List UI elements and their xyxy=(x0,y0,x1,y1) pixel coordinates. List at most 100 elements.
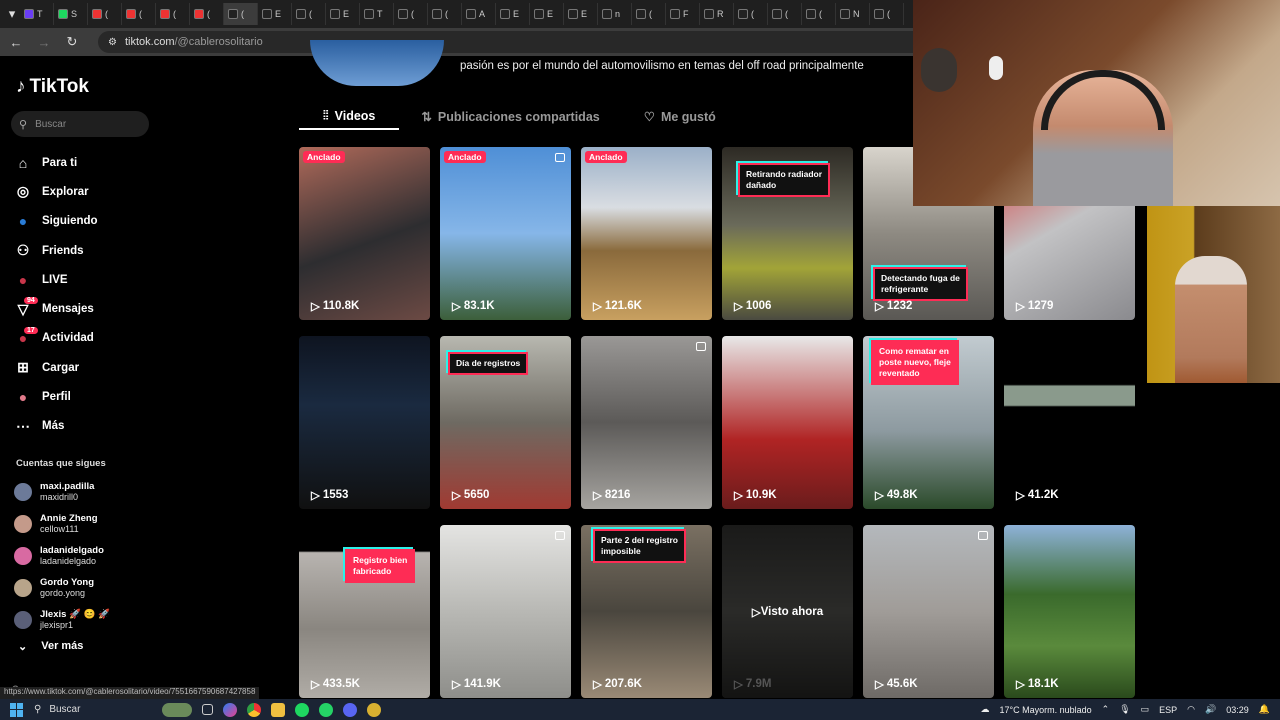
video-thumbnail[interactable]: ▷ 45.6K xyxy=(863,525,994,698)
windows-start-icon[interactable] xyxy=(10,702,24,717)
sidebar-item-cargar[interactable]: ⊞ Cargar xyxy=(14,353,98,382)
browser-tab[interactable]: A xyxy=(462,3,496,25)
view-count: ▷ 5650 xyxy=(452,488,489,502)
sidebar-item-para-ti[interactable]: ⌂ Para ti xyxy=(14,148,98,177)
browser-tab[interactable]: ( xyxy=(802,3,836,25)
browser-tab[interactable]: ( xyxy=(768,3,802,25)
video-thumbnail[interactable]: Día de registros ▷ 5650 xyxy=(440,336,571,509)
sidebar-item-mensajes[interactable]: ▽ 94 Mensajes xyxy=(14,294,98,323)
browser-tab[interactable]: ( xyxy=(122,3,156,25)
browser-tab[interactable]: ( xyxy=(156,3,190,25)
sidebar-item-friends[interactable]: ⚇ Friends xyxy=(14,236,98,265)
browser-tab[interactable]: S xyxy=(54,3,88,25)
browser-tab[interactable]: E xyxy=(496,3,530,25)
video-thumbnail[interactable]: ▷ 141.9K xyxy=(440,525,571,698)
profile-avatar[interactable] xyxy=(310,40,444,86)
browser-tab[interactable]: T xyxy=(360,3,394,25)
video-thumbnail[interactable]: ▷ Visto ahora ▷ 7.9M xyxy=(722,525,853,698)
sidebar-item-label: Cargar xyxy=(42,361,80,374)
following-username: maxidrill0 xyxy=(40,492,79,502)
browser-tab[interactable]: R xyxy=(700,3,734,25)
weather-text[interactable]: 17°C Mayorm. nublado xyxy=(1000,705,1092,715)
profile-bio: pasión es por el mundo del automovilismo… xyxy=(460,60,864,72)
mic-icon[interactable]: 🎙 xyxy=(1119,704,1130,715)
following-account[interactable]: Annie Zheng cellow111 xyxy=(14,508,110,540)
video-thumbnail[interactable]: ▷ 8216 xyxy=(581,336,712,509)
browser-tab[interactable]: ( xyxy=(870,3,904,25)
wifi-icon[interactable]: ◠ xyxy=(1187,704,1195,715)
network-icon[interactable]: ▭ xyxy=(1141,704,1150,715)
browser-tab[interactable]: n xyxy=(598,3,632,25)
following-account[interactable]: maxi.padilla maxidrill0 xyxy=(14,476,110,508)
video-thumbnail[interactable]: Parte 2 del registro imposible ▷ 207.6K xyxy=(581,525,712,698)
url-field[interactable]: ⚙ tiktok.com/@cablerosolitario xyxy=(98,31,978,53)
video-thumbnail[interactable]: Anclado ▷ 83.1K xyxy=(440,147,571,320)
browser-tab[interactable]: ( xyxy=(734,3,768,25)
webcam-secondary xyxy=(1147,206,1280,383)
sidebar-item-live[interactable]: ● LIVE xyxy=(14,265,98,294)
video-thumbnail[interactable]: ▷ 1553 xyxy=(299,336,430,509)
copilot-icon[interactable] xyxy=(223,702,237,717)
tab-liked[interactable]: ♡ Me gustó xyxy=(622,103,738,130)
browser-tab[interactable]: N xyxy=(836,3,870,25)
search-input[interactable]: ⚲ Buscar xyxy=(11,111,149,137)
language-indicator[interactable]: ESP xyxy=(1159,705,1177,715)
browser-tab[interactable]: ( xyxy=(224,3,258,25)
tray-chevron-icon[interactable]: ⌃ xyxy=(1102,704,1110,715)
tab-reposts[interactable]: ⇅ Publicaciones compartidas xyxy=(399,103,621,130)
tab-videos[interactable]: ⦙⦙ Videos xyxy=(299,103,400,130)
browser-tab[interactable]: ( xyxy=(292,3,326,25)
tiktok-logo[interactable]: ♪ TikTok xyxy=(16,76,89,98)
video-thumbnail[interactable]: ▷ 41.2K xyxy=(1004,336,1135,509)
obs-icon[interactable] xyxy=(367,702,381,717)
browser-tab[interactable]: ( xyxy=(428,3,462,25)
following-account[interactable]: Gordo Yong gordo.yong xyxy=(14,572,110,604)
volume-icon[interactable]: 🔊 xyxy=(1205,704,1216,715)
video-thumbnail[interactable]: Como rematar en poste nuevo, fleje reven… xyxy=(863,336,994,509)
video-thumbnail[interactable]: Anclado ▷ 110.8K xyxy=(299,147,430,320)
browser-tab[interactable]: ( xyxy=(88,3,122,25)
video-thumbnail[interactable]: ▷ 18.1K xyxy=(1004,525,1135,698)
browser-tab[interactable]: ( xyxy=(190,3,224,25)
video-thumbnail[interactable]: Registro bien fabricado ▷ 433.5K xyxy=(299,525,430,698)
tab-favicon-icon xyxy=(194,9,204,19)
view-count-label: 10.9K xyxy=(745,489,777,501)
forward-icon[interactable]: → xyxy=(36,35,52,50)
video-thumbnail[interactable]: ▷ 10.9K xyxy=(722,336,853,509)
sidebar-item-actividad[interactable]: ● 17 Actividad xyxy=(14,324,98,353)
file-explorer-icon[interactable] xyxy=(271,702,285,717)
browser-tab[interactable]: E xyxy=(530,3,564,25)
following-account[interactable]: Jlexis 🚀 😊 🚀 jlexispr1 xyxy=(14,604,110,636)
browser-tab[interactable]: E xyxy=(258,3,292,25)
chrome-icon[interactable] xyxy=(247,702,261,717)
spotify-icon[interactable] xyxy=(295,702,309,717)
back-icon[interactable]: ← xyxy=(8,35,24,50)
sidebar-item-siguiendo[interactable]: ● Siguiendo xyxy=(14,207,98,236)
taskbar-search[interactable]: ⚲ Buscar xyxy=(34,701,154,718)
video-thumbnail[interactable]: Retirando radiador dañado ▷ 1006 xyxy=(722,147,853,320)
browser-tab[interactable]: E xyxy=(564,3,598,25)
following-account[interactable]: ladanidelgado ladanidelgado xyxy=(14,540,110,572)
whatsapp-icon[interactable] xyxy=(319,702,333,717)
tab-search-icon[interactable]: ▾ xyxy=(4,6,20,22)
see-more-button[interactable]: ⌄ Ver más xyxy=(18,640,83,653)
sidebar-item-mas[interactable]: ⋯ Más xyxy=(14,412,98,441)
discord-icon[interactable] xyxy=(343,702,357,717)
view-count: ▷ 110.8K xyxy=(311,299,359,313)
video-thumbnail[interactable]: Anclado ▷ 121.6K xyxy=(581,147,712,320)
browser-tab[interactable]: F xyxy=(666,3,700,25)
tab-favicon-icon xyxy=(670,9,680,19)
clock[interactable]: 03:29 xyxy=(1226,705,1249,715)
browser-tab[interactable]: ( xyxy=(632,3,666,25)
site-info-icon[interactable]: ⚙ xyxy=(108,37,117,48)
browser-tab[interactable]: E xyxy=(326,3,360,25)
taskbar-widget-icon[interactable] xyxy=(162,702,192,717)
browser-tab[interactable]: ( xyxy=(394,3,428,25)
sidebar-item-explorar[interactable]: ◎ Explorar xyxy=(14,177,98,206)
notification-icon[interactable]: 🔔 xyxy=(1259,704,1270,715)
task-view-icon[interactable] xyxy=(202,704,213,715)
reload-icon[interactable]: ↻ xyxy=(64,34,80,50)
browser-tab[interactable]: T xyxy=(20,3,54,25)
tab-title: ( xyxy=(207,9,210,19)
sidebar-item-perfil[interactable]: ● Perfil xyxy=(14,382,98,411)
